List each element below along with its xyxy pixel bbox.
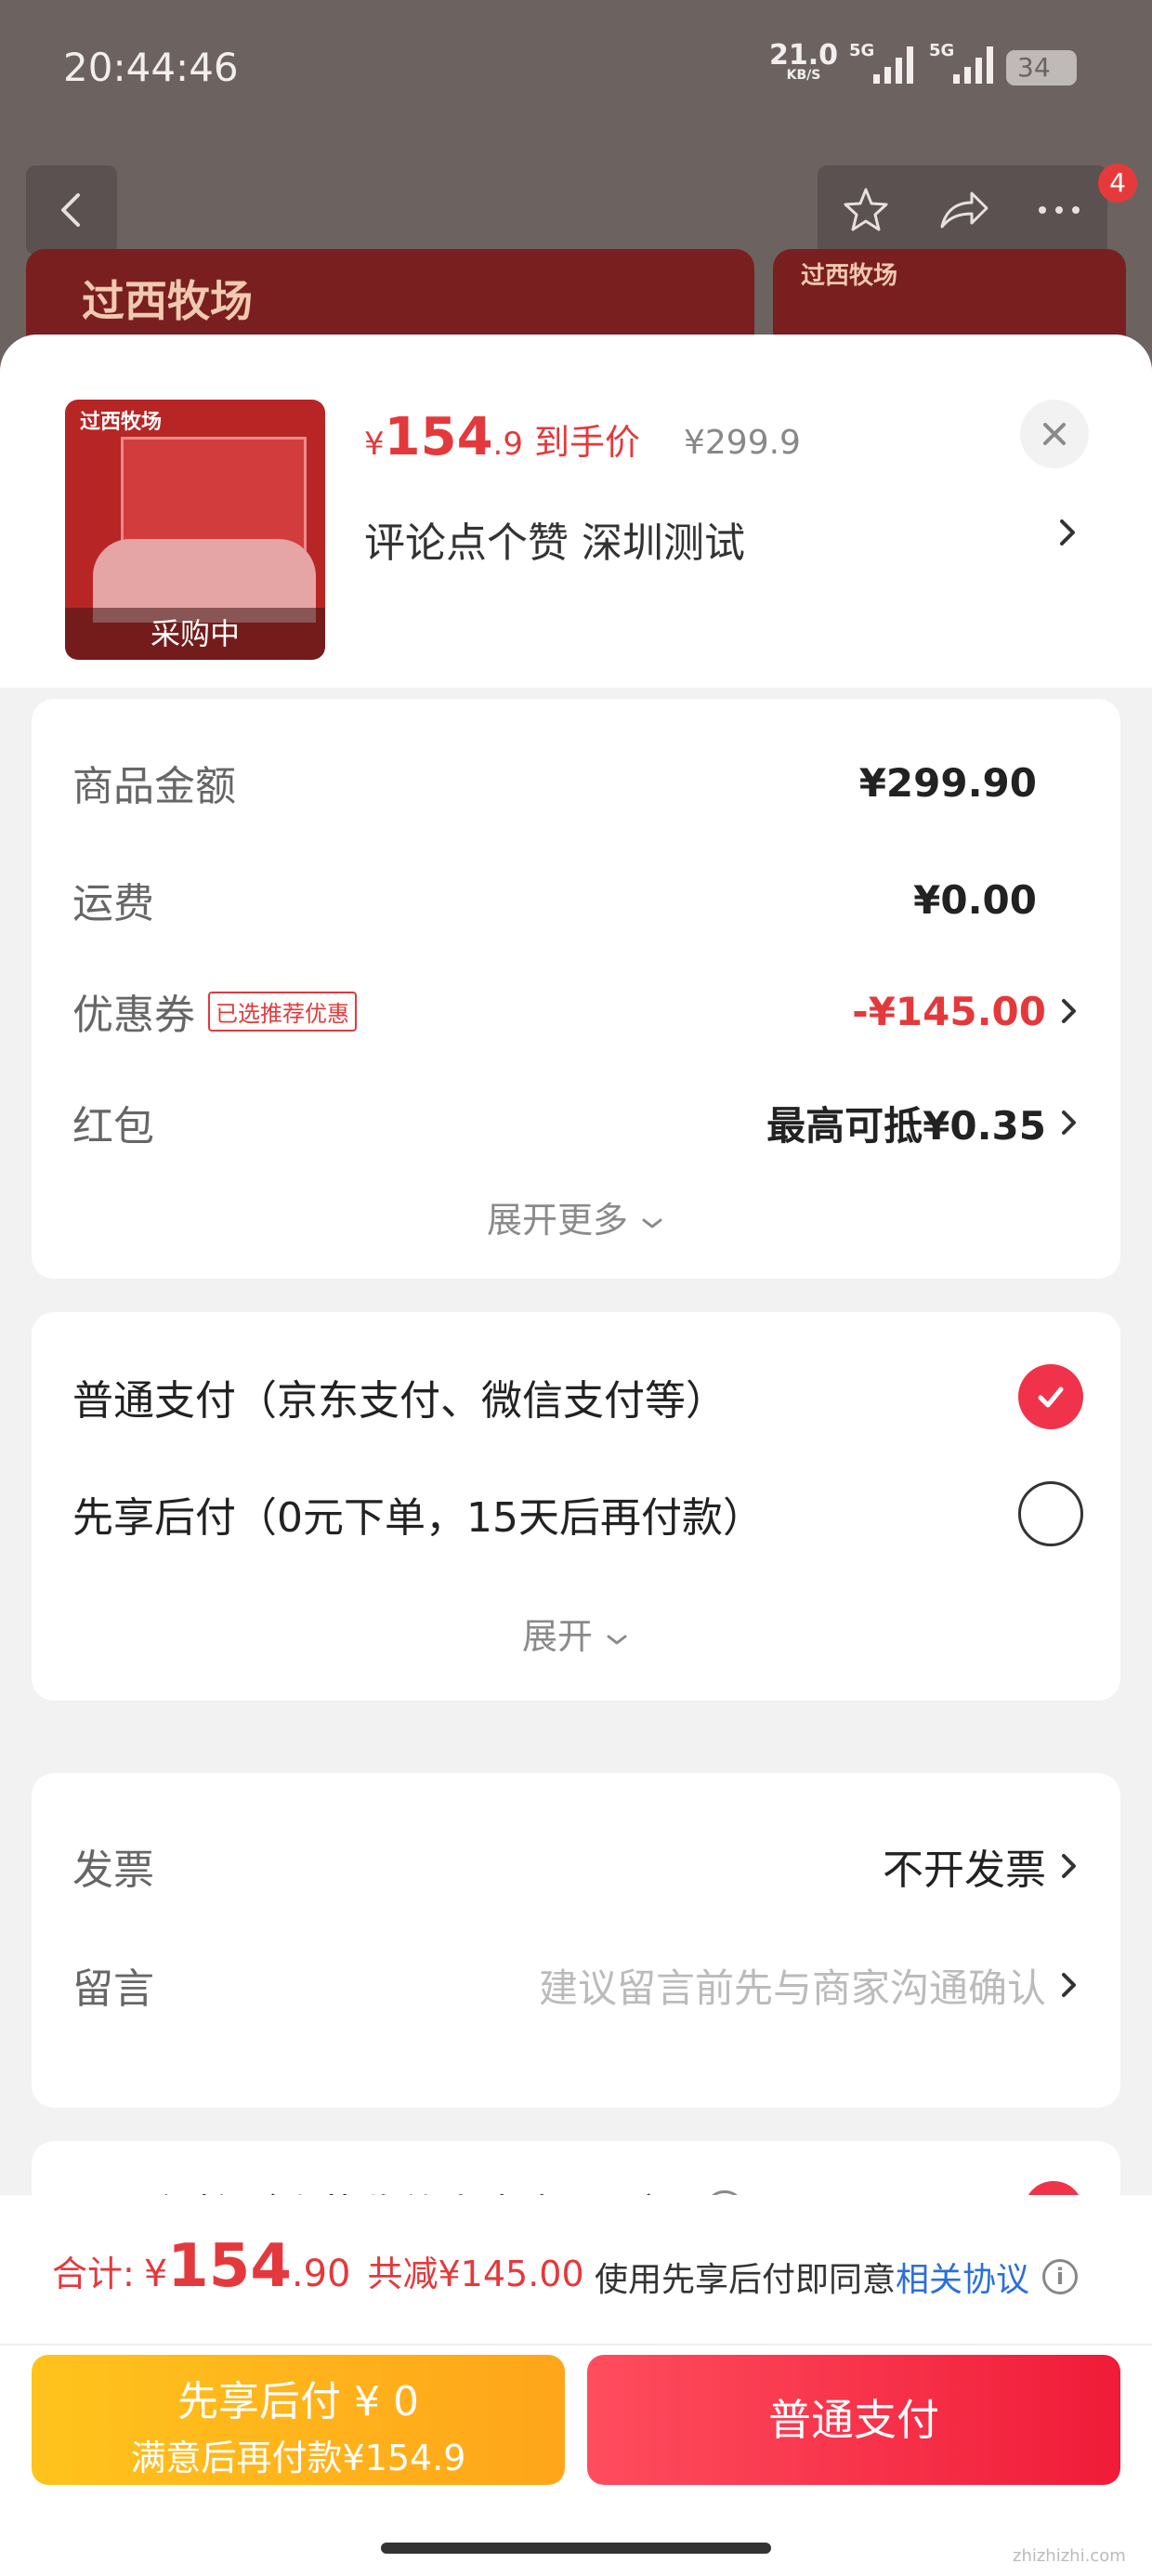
total-amount: 合计: ¥154.90 共减¥145.00 — [52, 2232, 584, 2301]
bnpl-button-subtitle: 满意后再付款¥154.9 — [130, 2438, 466, 2478]
note-row[interactable]: 留言 建议留言前先与商家沟通确认 — [72, 1957, 1080, 2013]
redpacket-row[interactable]: 红包 最高可抵¥0.35 — [72, 1095, 1080, 1150]
share-icon — [940, 191, 988, 229]
agreement-text: 使用先享后付即同意 — [595, 2261, 897, 2299]
price-symbol: ¥ — [364, 426, 385, 463]
watermark: zhizhizhi.com — [1013, 2546, 1126, 2566]
payment-option-normal[interactable]: 普通支付（京东支付、微信支付等） — [72, 1364, 1083, 1429]
shipping-value: ¥0.00 — [913, 876, 1037, 923]
total-symbol: ¥ — [143, 2253, 168, 2295]
final-price: ¥154.9 到手价 — [364, 407, 640, 467]
price-decimal: .9 — [492, 426, 523, 463]
signal1-label: 5G — [849, 41, 875, 60]
chevron-right-icon — [1062, 1854, 1076, 1878]
total-integer: 154 — [167, 2232, 292, 2301]
product-header: 过西牧场 采购中 ¥154.9 到手价 ¥299.9 评论点个赞 深圳测试 — [0, 335, 1152, 688]
product-thumbnail: 过西牧场 采购中 — [65, 400, 325, 660]
goods-amount-value: ¥299.90 — [858, 759, 1037, 806]
favorite-button[interactable] — [829, 173, 903, 247]
goods-amount-label: 商品金额 — [72, 763, 236, 810]
shipping-row: 运费 ¥0.00 — [72, 872, 1080, 928]
status-bar: 20:44:46 21.0 KB/S 5G 5G 34 — [0, 0, 1152, 139]
expand-payment-button[interactable]: 展开 — [32, 1608, 1120, 1659]
thumbnail-status: 采购中 — [65, 608, 325, 660]
invoice-row[interactable]: 发票 不开发票 — [72, 1838, 1080, 1894]
total-label: 合计: — [52, 2254, 135, 2294]
payment-method-card: 普通支付（京东支付、微信支付等） 先享后付（0元下单，15天后再付款） 展开 — [32, 1312, 1120, 1701]
goods-amount-row: 商品金额 ¥299.90 — [72, 755, 1080, 811]
note-input[interactable]: 建议留言前先与商家沟通确认 — [539, 1957, 1046, 2014]
signal2-label: 5G — [929, 41, 955, 60]
bnpl-button-title: 先享后付 ¥ 0 — [177, 2378, 419, 2425]
chevron-down-icon — [607, 1635, 627, 1645]
background-page: 20:44:46 21.0 KB/S 5G 5G 34 4 过西牧场 过西牧场 — [0, 0, 1152, 390]
invoice-value: 不开发票 — [883, 1847, 1046, 1894]
payment-radio-unchecked[interactable] — [1018, 1481, 1083, 1546]
original-price: ¥299.9 — [684, 424, 801, 462]
more-button[interactable] — [1022, 173, 1096, 247]
price-summary-card: 商品金额 ¥299.90 运费 ¥0.00 优惠券 已选推荐优惠 -¥145.0… — [32, 699, 1120, 1279]
signal1-icon — [873, 46, 913, 84]
redpacket-label: 红包 — [72, 1103, 154, 1150]
expand-payment-label: 展开 — [521, 1616, 593, 1657]
price-integer: 154 — [384, 407, 493, 467]
close-button[interactable] — [1020, 400, 1089, 468]
coupon-row[interactable]: 优惠券 已选推荐优惠 -¥145.00 — [72, 983, 1080, 1039]
chevron-right-icon[interactable] — [1057, 517, 1078, 548]
back-button[interactable] — [26, 165, 117, 255]
check-icon — [1038, 1387, 1064, 1408]
top-actions — [818, 165, 1107, 255]
more-icon — [1039, 206, 1080, 214]
agreement-link[interactable]: 相关协议 — [896, 2253, 1029, 2301]
home-indicator[interactable] — [381, 2543, 771, 2554]
network-speed: 21.0 KB/S — [769, 42, 838, 83]
banner-title: 过西牧场 — [82, 276, 253, 326]
battery-icon: 34 — [1006, 50, 1077, 85]
product-spec[interactable]: 评论点个赞 深圳测试 — [364, 509, 745, 569]
agreement-notice: 使用先享后付即同意 相关协议 i — [595, 2253, 1079, 2301]
chevron-right-icon — [1062, 1973, 1076, 1997]
info-icon[interactable]: i — [1042, 2259, 1079, 2294]
coupon-label: 优惠券 — [72, 992, 195, 1039]
coupon-badge: 已选推荐优惠 — [208, 991, 357, 1032]
chevron-down-icon — [642, 1218, 662, 1229]
price-tag: 到手价 — [534, 422, 641, 463]
payment-option-label: 普通支付（京东支付、微信支付等） — [72, 1377, 727, 1425]
divider — [0, 2344, 1152, 2346]
normal-pay-button[interactable]: 普通支付 — [587, 2355, 1120, 2485]
bnpl-pay-button[interactable]: 先享后付 ¥ 0 满意后再付款¥154.9 — [32, 2355, 565, 2485]
chevron-right-icon — [1062, 1111, 1076, 1135]
note-label: 留言 — [72, 1965, 154, 2013]
payment-radio-checked[interactable] — [1018, 1364, 1083, 1429]
network-speed-value: 21.0 — [769, 39, 839, 72]
status-time: 20:44:46 — [63, 45, 239, 90]
redpacket-value: 最高可抵¥0.35 — [766, 1102, 1046, 1149]
chevron-right-icon — [1062, 999, 1076, 1023]
star-icon — [844, 188, 888, 231]
thumbnail-brand: 过西牧场 — [80, 411, 163, 434]
expand-more-label: 展开更多 — [486, 1200, 628, 1241]
payment-option-label: 先享后付（0元下单，15天后再付款） — [72, 1494, 764, 1542]
signal2-icon — [953, 46, 993, 84]
invoice-label: 发票 — [72, 1847, 154, 1894]
message-badge: 4 — [1098, 164, 1137, 203]
close-icon — [1043, 423, 1066, 445]
banner-title-secondary: 过西牧场 — [801, 262, 898, 290]
expand-more-button[interactable]: 展开更多 — [32, 1191, 1120, 1242]
chevron-left-icon — [61, 193, 80, 227]
payment-option-bnpl[interactable]: 先享后付（0元下单，15天后再付款） — [72, 1481, 1083, 1546]
coupon-value: -¥145.00 — [852, 988, 1046, 1034]
invoice-note-card: 发票 不开发票 留言 建议留言前先与商家沟通确认 — [32, 1773, 1120, 2108]
total-decimal: .90 — [291, 2253, 351, 2295]
total-saved: 共减¥145.00 — [367, 2254, 584, 2294]
checkout-bottom-bar: 合计: ¥154.90 共减¥145.00 使用先享后付即同意 相关协议 i 先享后… — [0, 2195, 1152, 2576]
shipping-label: 运费 — [72, 880, 154, 927]
share-button[interactable] — [925, 173, 1000, 247]
